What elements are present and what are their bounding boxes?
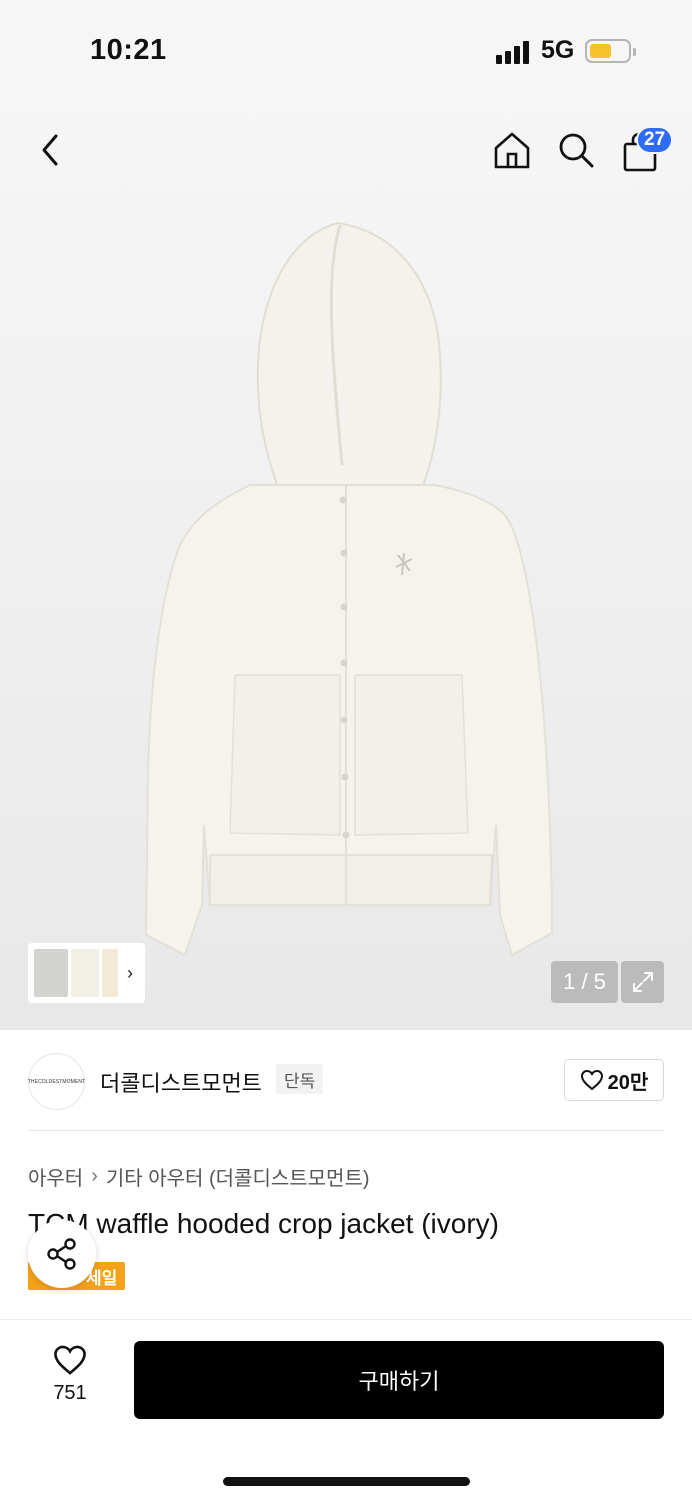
breadcrumb: 아우터 › 기타 아우터 (더콜디스트모먼트) bbox=[28, 1162, 370, 1191]
brand-like-button[interactable]: 20만 bbox=[564, 1059, 664, 1101]
wishlist-button[interactable]: 751 bbox=[36, 1344, 104, 1416]
exclusive-badge: 단독 bbox=[276, 1064, 324, 1094]
product-page: 10:21 5G 27 › 1 / 5 THECOLDESTMOMENT 더콜디… bbox=[0, 0, 692, 1500]
expand-icon bbox=[632, 972, 653, 992]
bottom-bar-divider bbox=[0, 1319, 692, 1320]
search-button[interactable] bbox=[552, 126, 600, 174]
divider bbox=[28, 1130, 664, 1131]
expand-button[interactable] bbox=[621, 961, 664, 1003]
brand-like-count: 20만 bbox=[607, 1071, 649, 1094]
heart-icon bbox=[580, 1069, 603, 1091]
status-time: 10:21 bbox=[90, 34, 167, 66]
thumbnail-1[interactable] bbox=[34, 949, 68, 997]
battery-icon bbox=[585, 39, 636, 63]
back-icon bbox=[42, 134, 58, 166]
home-icon bbox=[494, 132, 530, 169]
status-bar: 10:21 5G bbox=[0, 0, 692, 100]
search-icon bbox=[559, 133, 594, 168]
back-button[interactable] bbox=[26, 126, 74, 174]
brand-logo[interactable]: THECOLDESTMOMENT bbox=[28, 1053, 85, 1110]
heart-icon bbox=[54, 1345, 86, 1375]
thumbnail-strip[interactable]: › bbox=[28, 943, 145, 1003]
product-image bbox=[144, 221, 554, 957]
product-image-gallery[interactable]: 10:21 5G 27 › 1 / 5 bbox=[0, 0, 692, 1030]
breadcrumb-category[interactable]: 아우터 bbox=[28, 1162, 83, 1191]
breadcrumb-subcategory[interactable]: 기타 아우터 (더콜디스트모먼트) bbox=[106, 1162, 370, 1191]
cart-count-badge: 27 bbox=[636, 126, 674, 154]
thumbnail-2[interactable] bbox=[71, 949, 99, 997]
brand-name[interactable]: 더콜디스트모먼트 bbox=[100, 1066, 262, 1098]
home-indicator bbox=[223, 1477, 470, 1486]
thumbnail-3[interactable] bbox=[102, 949, 118, 997]
wishlist-count: 751 bbox=[53, 1382, 87, 1404]
share-icon bbox=[47, 1238, 76, 1270]
signal-icon bbox=[496, 40, 532, 64]
product-title: TCM waffle hooded crop jacket (ivory) bbox=[28, 1208, 499, 1239]
chevron-right-icon[interactable]: › bbox=[127, 963, 133, 984]
home-button[interactable] bbox=[488, 126, 536, 174]
breadcrumb-separator-icon: › bbox=[91, 1165, 98, 1187]
network-type: 5G bbox=[541, 36, 575, 64]
share-button[interactable] bbox=[28, 1220, 96, 1288]
buy-button[interactable]: 구매하기 bbox=[134, 1341, 664, 1419]
image-page-indicator: 1 / 5 bbox=[551, 961, 618, 1003]
